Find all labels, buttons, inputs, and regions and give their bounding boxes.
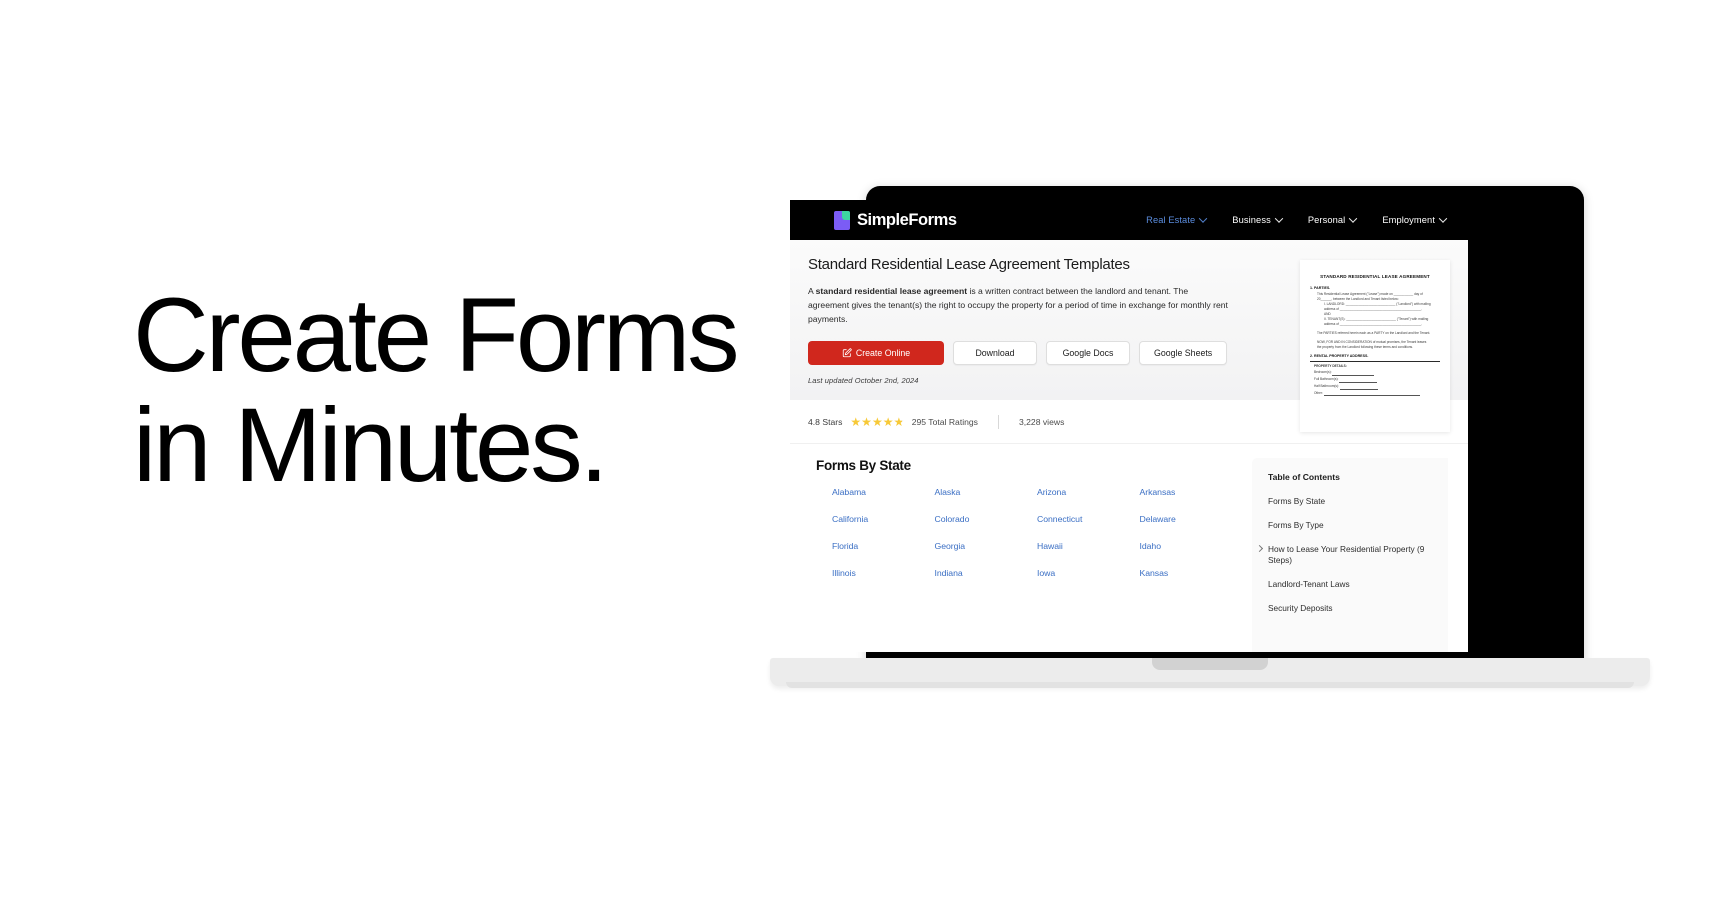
toc-title: Table of Contents xyxy=(1268,472,1340,482)
brand-name: SimpleForms xyxy=(857,210,957,229)
preview-field: Other: xyxy=(1314,390,1440,397)
state-link-kansas[interactable]: Kansas xyxy=(1140,568,1243,578)
laptop-base-lip xyxy=(786,682,1634,688)
download-label: Download xyxy=(975,347,1015,358)
chevron-right-icon xyxy=(1255,544,1264,552)
state-links-grid: Alabama Alaska Arizona Arkansas Californ… xyxy=(816,487,1242,578)
table-of-contents: Table of Contents Forms By State Forms B… xyxy=(1252,458,1448,652)
nav-links: Real Estate Business Personal Employment xyxy=(1146,214,1448,225)
star-icon: ★ xyxy=(871,414,883,429)
preview-field-label: Other: xyxy=(1314,390,1323,395)
toc-item-security-deposits[interactable]: Security Deposits xyxy=(1268,603,1434,615)
lower-content: Forms By State Alabama Alaska Arizona Ar… xyxy=(790,444,1468,652)
preview-rule xyxy=(1310,360,1440,362)
divider xyxy=(997,414,999,429)
toc-item-forms-by-type[interactable]: Forms By Type xyxy=(1268,520,1434,532)
state-link-alabama[interactable]: Alabama xyxy=(832,487,935,497)
document-icon xyxy=(834,210,850,230)
google-sheets-label: Google Sheets xyxy=(1154,347,1213,358)
toc-item-label: How to Lease Your Residential Property (… xyxy=(1268,543,1425,566)
preview-field: Half Bathroom(s): xyxy=(1314,383,1440,390)
nav-item-label: Real Estate xyxy=(1146,215,1196,225)
hero-headline: Create Forms in Minutes. xyxy=(133,277,773,504)
toc-item-landlord-tenant-laws[interactable]: Landlord-Tenant Laws xyxy=(1268,579,1434,591)
star-rating: ★ ★ ★ ★ ★ xyxy=(850,414,904,429)
document-preview-thumbnail[interactable]: STANDARD RESIDENTIAL LEASE AGREEMENT 1. … xyxy=(1300,260,1450,432)
page-root: Create Forms in Minutes. SimpleForms Rea… xyxy=(0,0,1710,912)
section-title: Forms By State xyxy=(816,458,911,473)
state-link-iowa[interactable]: Iowa xyxy=(1037,568,1140,578)
toc-item-forms-by-state[interactable]: Forms By State xyxy=(1268,496,1434,508)
browser-page: Standard Residential Lease Agreement Tem… xyxy=(790,240,1468,652)
nav-item-label: Personal xyxy=(1307,215,1346,225)
state-link-georgia[interactable]: Georgia xyxy=(935,541,1038,551)
preview-text: the property from the Landlord following… xyxy=(1317,344,1414,349)
laptop-mockup: SimpleForms Real Estate Business Persona… xyxy=(770,186,1650,694)
toc-item-how-to-lease[interactable]: How to Lease Your Residential Property (… xyxy=(1255,543,1434,568)
state-link-arkansas[interactable]: Arkansas xyxy=(1140,487,1243,497)
download-button[interactable]: Download xyxy=(953,340,1037,365)
star-icon: ★ xyxy=(893,414,904,429)
state-link-connecticut[interactable]: Connecticut xyxy=(1037,514,1140,524)
google-docs-label: Google Docs xyxy=(1062,347,1114,358)
google-docs-button[interactable]: Google Docs xyxy=(1046,340,1130,365)
nav-item-real-estate[interactable]: Real Estate xyxy=(1146,214,1208,225)
preview-field-label: Full Bathroom(s): xyxy=(1314,377,1339,382)
chevron-down-icon xyxy=(1199,214,1208,223)
create-online-label: Create Online xyxy=(855,347,911,358)
state-link-alaska[interactable]: Alaska xyxy=(935,487,1038,497)
state-link-florida[interactable]: Florida xyxy=(832,541,935,551)
star-icon: ★ xyxy=(850,414,861,429)
nav-item-business[interactable]: Business xyxy=(1232,214,1284,225)
chevron-down-icon xyxy=(1349,214,1358,223)
star-icon: ★ xyxy=(882,414,894,429)
state-link-indiana[interactable]: Indiana xyxy=(935,568,1038,578)
preview-title: STANDARD RESIDENTIAL LEASE AGREEMENT xyxy=(1320,274,1430,279)
view-count: 3,228 views xyxy=(1018,416,1065,427)
nav-item-label: Business xyxy=(1232,215,1271,225)
desc-bold: standard residential lease agreement xyxy=(815,286,968,296)
star-icon: ★ xyxy=(861,414,872,429)
preview-field-label: Bedroom(s): xyxy=(1314,370,1332,375)
google-sheets-button[interactable]: Google Sheets xyxy=(1139,340,1228,365)
preview-text: address of _____________________________… xyxy=(1324,321,1423,326)
state-link-illinois[interactable]: Illinois xyxy=(832,568,935,578)
state-link-delaware[interactable]: Delaware xyxy=(1140,514,1243,524)
nav-item-personal[interactable]: Personal xyxy=(1307,214,1358,225)
preview-text: NOW, FOR AND IN CONSIDERATION of mutual … xyxy=(1317,339,1427,344)
forms-by-state-section: Forms By State Alabama Alaska Arizona Ar… xyxy=(790,458,1242,652)
chevron-down-icon xyxy=(1438,214,1448,223)
state-link-idaho[interactable]: Idaho xyxy=(1140,541,1243,551)
hero-headline-line-1: Create Forms xyxy=(133,277,740,394)
pen-square-icon xyxy=(842,348,852,357)
laptop-base-notch xyxy=(1152,658,1268,670)
state-link-hawaii[interactable]: Hawaii xyxy=(1037,541,1140,551)
state-link-california[interactable]: California xyxy=(832,514,935,524)
hero-headline-line-2: in Minutes. xyxy=(133,386,609,504)
state-link-colorado[interactable]: Colorado xyxy=(935,514,1038,524)
article-hero-panel: Standard Residential Lease Agreement Tem… xyxy=(790,240,1468,432)
preview-section-1: 1. PARTIES. xyxy=(1310,286,1331,290)
chevron-down-icon xyxy=(1274,214,1284,223)
brand-logo[interactable]: SimpleForms xyxy=(834,210,957,230)
preview-field-label: Half Bathroom(s): xyxy=(1314,383,1339,388)
state-link-arizona[interactable]: Arizona xyxy=(1037,487,1140,497)
nav-item-employment[interactable]: Employment xyxy=(1382,214,1448,225)
rating-score: 4.8 Stars xyxy=(808,416,843,427)
preview-text: II. TENANT(S): _________________________… xyxy=(1324,316,1429,321)
rating-count: 295 Total Ratings xyxy=(911,416,978,427)
article-description: A standard residential lease agreement i… xyxy=(808,285,1228,327)
create-online-button[interactable]: Create Online xyxy=(808,340,944,365)
preview-field: Bedroom(s): xyxy=(1314,369,1440,377)
preview-section-2: 2. RENTAL PROPERTY ADDRESS. xyxy=(1310,353,1369,358)
preview-field: Full Bathroom(s): xyxy=(1314,376,1440,383)
desc-lead: A xyxy=(808,286,816,296)
preview-text: The PARTIES referred herein each as a PA… xyxy=(1317,330,1431,335)
nav-item-label: Employment xyxy=(1382,215,1435,225)
